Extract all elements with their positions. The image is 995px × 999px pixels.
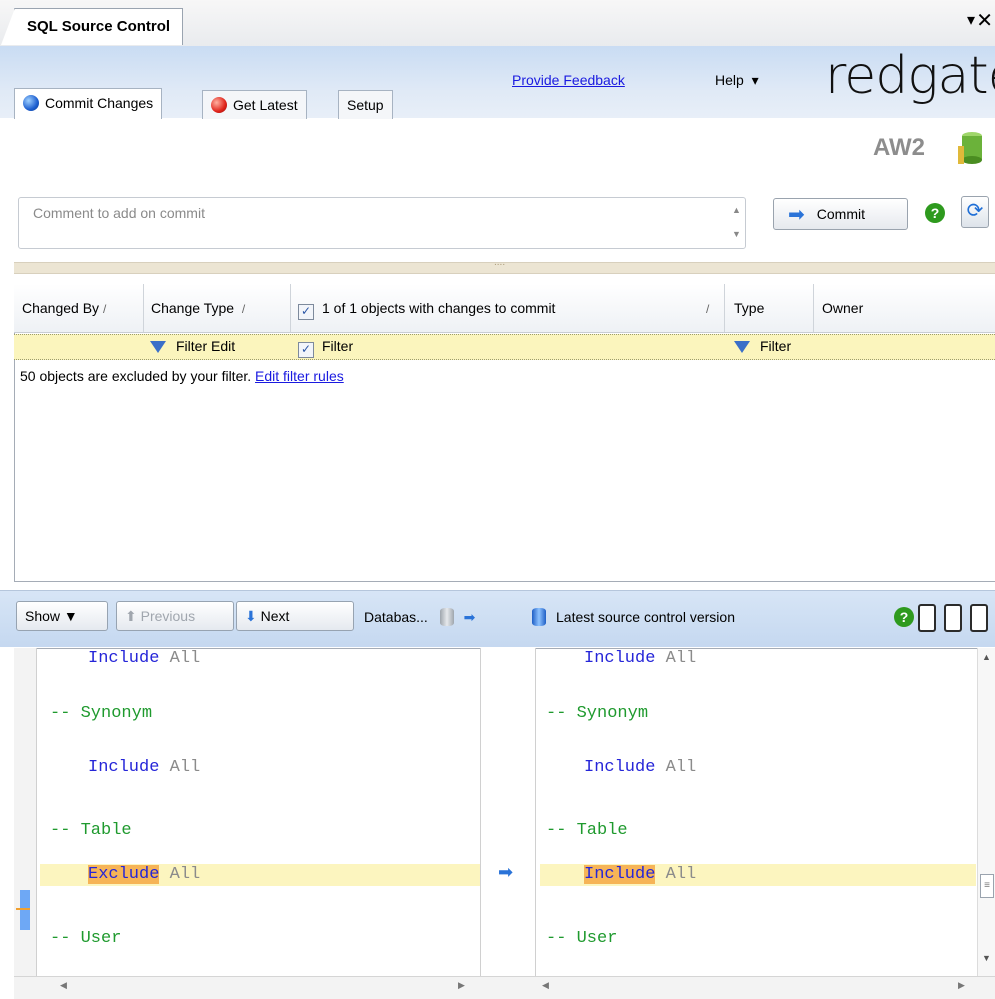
vertical-scrollbar[interactable]: ▲ ≡ ▼	[977, 648, 995, 976]
code-line: Include All	[88, 758, 201, 777]
column-divider	[813, 284, 814, 332]
database-label: Databas... ➡	[364, 608, 476, 626]
code-line: Include All	[584, 758, 697, 777]
column-changed-by[interactable]: Changed By /	[22, 284, 106, 332]
commit-button[interactable]: ➡ Commit	[773, 198, 908, 230]
sort-icon: /	[241, 302, 246, 316]
code-line: Include All	[584, 649, 697, 668]
window-title: SQL Source Control	[0, 8, 184, 45]
scroll-thumb[interactable]: ≡	[980, 874, 994, 898]
arrow-right-icon: ➡	[463, 609, 476, 625]
filter-checkbox[interactable]: ✓ Filter	[298, 334, 353, 358]
redgate-logo: redgate	[825, 46, 995, 106]
code-line: -- Synonym	[50, 704, 153, 723]
refresh-icon[interactable]: ⟳	[961, 196, 989, 228]
help-icon[interactable]: ?	[925, 203, 945, 223]
commit-comment-input[interactable]: Comment to add on commit	[18, 197, 746, 249]
checkbox[interactable]: ✓	[298, 342, 314, 358]
select-all-checkbox[interactable]: ✓	[298, 304, 314, 320]
change-marker	[20, 890, 30, 930]
help-icon[interactable]: ?	[894, 607, 914, 627]
close-icon[interactable]: ✕	[976, 8, 993, 33]
help-menu[interactable]: Help ▾	[715, 72, 759, 89]
database-icon	[958, 132, 982, 164]
splitter[interactable]: ....	[14, 257, 995, 274]
scroll-up-icon[interactable]: ▲	[982, 652, 991, 662]
provide-feedback-link[interactable]: Provide Feedback	[512, 72, 625, 88]
column-type[interactable]: Type	[734, 284, 764, 332]
layout-icon[interactable]	[944, 604, 962, 632]
scroll-left-icon[interactable]: ◀	[60, 980, 67, 991]
scroll-right-icon[interactable]: ▶	[958, 980, 965, 991]
layout-icon[interactable]	[970, 604, 988, 632]
next-button[interactable]: ⬇ Next	[236, 601, 354, 631]
source-control-icon	[532, 608, 546, 626]
code-line: Include All	[584, 865, 697, 884]
change-marker-line	[16, 908, 30, 910]
arrow-up-icon: ⬆	[125, 608, 137, 624]
sort-icon: /	[706, 302, 710, 316]
arrow-right-icon: ➡	[498, 862, 514, 882]
scroll-right-icon[interactable]: ▶	[458, 980, 465, 991]
funnel-icon	[734, 341, 750, 353]
filter-edit-button[interactable]: Filter Edit	[150, 334, 235, 358]
scroll-left-icon[interactable]: ◀	[542, 980, 549, 991]
chevron-down-icon: ▼	[63, 608, 78, 624]
tab-commit-changes[interactable]: Commit Changes	[14, 88, 163, 119]
comment-scroll-down-icon[interactable]: ▼	[732, 229, 741, 239]
column-divider	[143, 284, 144, 332]
code-line: Include All	[88, 649, 201, 668]
arrow-right-icon: ➡	[788, 204, 805, 226]
column-divider	[724, 284, 725, 332]
database-icon	[439, 608, 454, 626]
database-name: AW2	[873, 134, 926, 161]
blue-circle-icon	[23, 95, 39, 111]
code-line: -- Table	[50, 821, 132, 840]
previous-button[interactable]: ⬆ Previous	[116, 601, 234, 631]
pin-dropdown-icon[interactable]: ▾	[967, 10, 975, 30]
column-change-type[interactable]: Change Type /	[151, 284, 245, 332]
code-line: -- User	[546, 929, 618, 948]
edit-filter-rules-link[interactable]: Edit filter rules	[255, 368, 344, 384]
comment-scroll-up-icon[interactable]: ▲	[732, 205, 741, 215]
code-line: -- Synonym	[546, 704, 649, 723]
horizontal-scrollbar[interactable]: ◀ ▶ ◀ ▶	[14, 976, 995, 999]
arrow-down-icon: ⬇	[245, 608, 257, 624]
funnel-icon	[150, 341, 166, 353]
type-filter[interactable]: Filter	[734, 334, 791, 358]
column-owner[interactable]: Owner	[822, 284, 863, 332]
layout-icon[interactable]	[918, 604, 936, 632]
tab-get-latest[interactable]: Get Latest	[202, 90, 307, 119]
tab-setup[interactable]: Setup	[338, 90, 393, 119]
column-divider	[290, 284, 291, 332]
source-control-label: Latest source control version	[532, 608, 735, 626]
scroll-down-icon[interactable]: ▼	[982, 953, 991, 963]
column-objects[interactable]: ✓ 1 of 1 objects with changes to commit	[298, 284, 555, 332]
chevron-down-icon: ▾	[751, 72, 759, 88]
red-circle-icon	[211, 97, 227, 113]
code-line: -- Table	[546, 821, 628, 840]
diff-middle	[480, 648, 536, 976]
excluded-message: 50 objects are excluded by your filter. …	[20, 368, 344, 384]
sort-icon: /	[102, 302, 107, 316]
code-line: -- User	[50, 929, 122, 948]
code-line: Exclude All	[88, 865, 201, 884]
show-dropdown[interactable]: Show ▼	[16, 601, 108, 631]
